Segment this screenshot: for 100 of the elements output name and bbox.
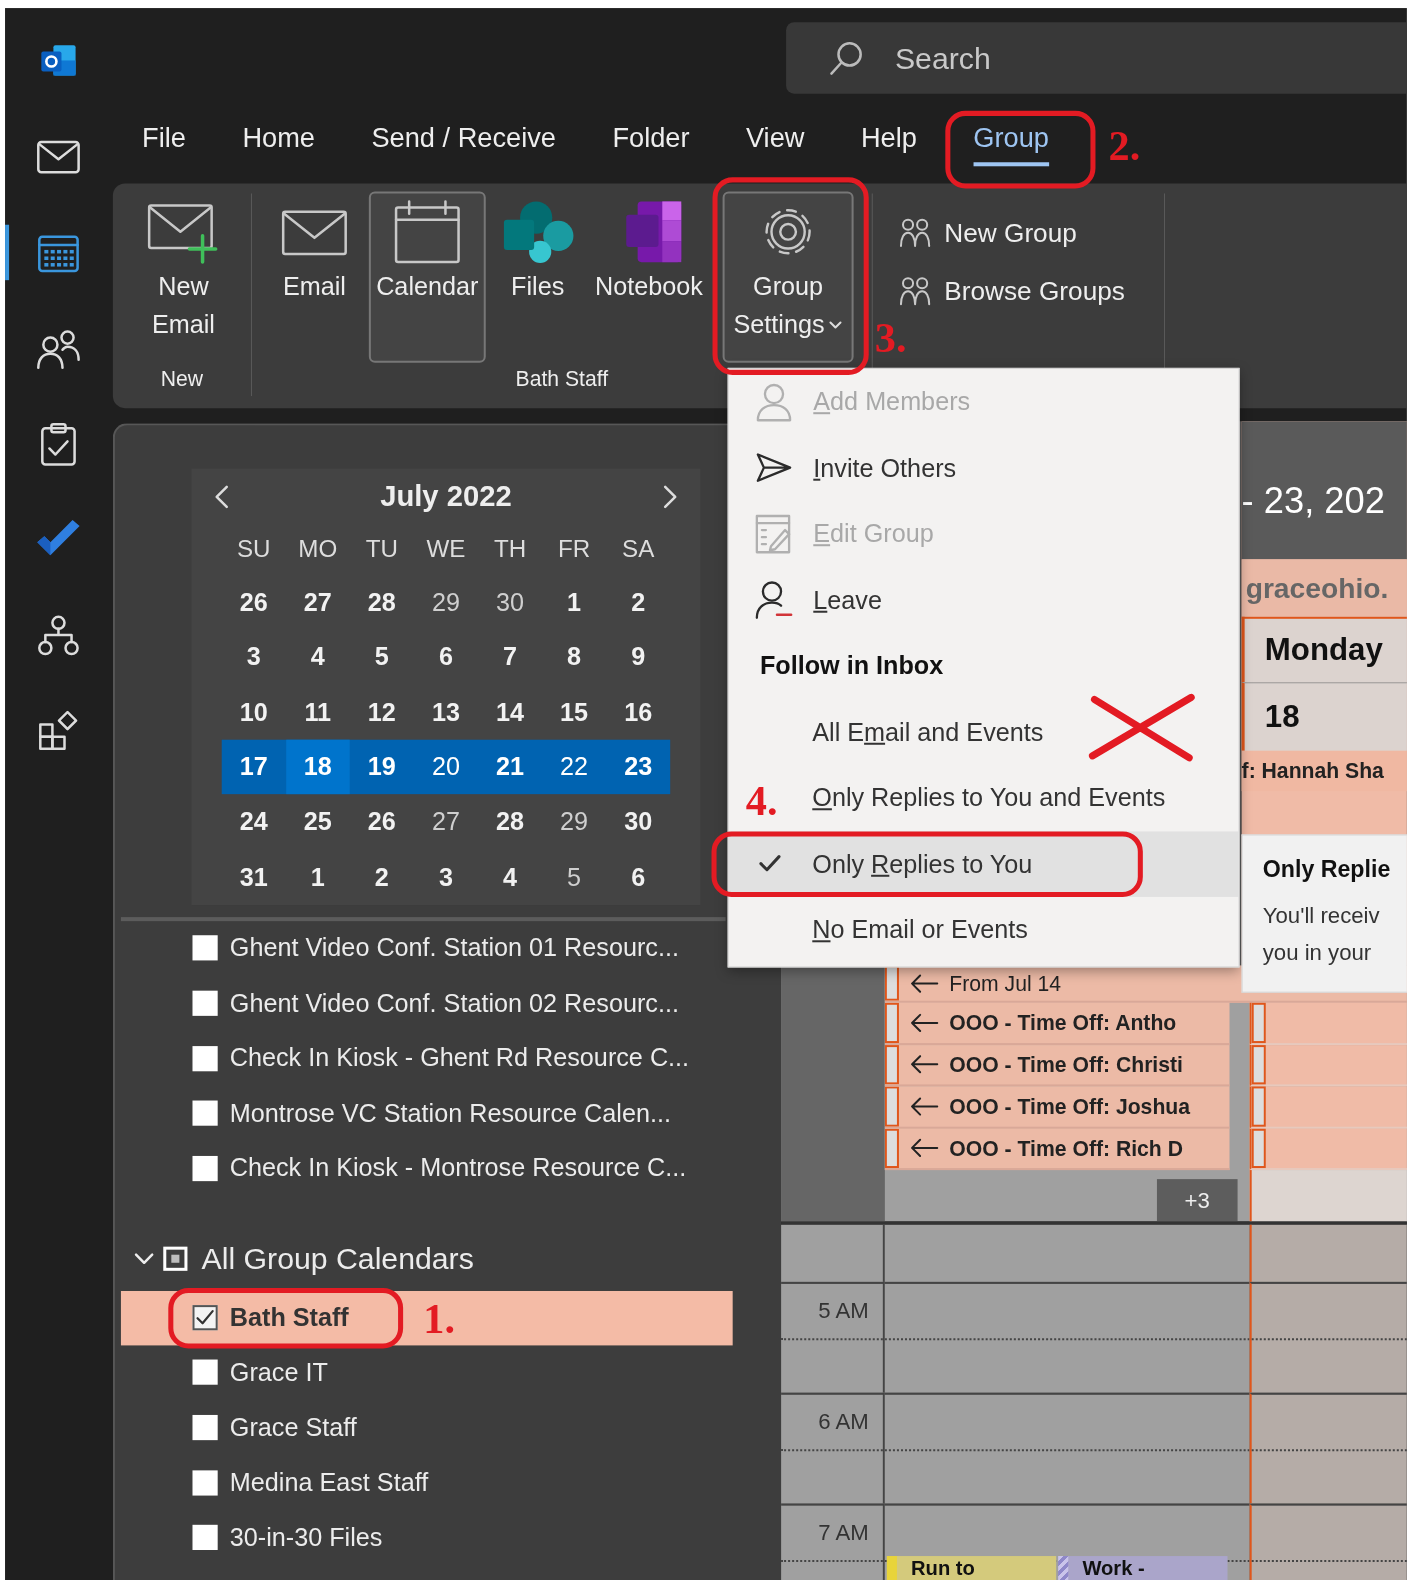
calendar-event[interactable]: Run to	[886, 1556, 1057, 1580]
menu-item[interactable]: Only Replies to You	[728, 830, 1239, 897]
menu-item[interactable]: Invite Others	[728, 434, 1239, 501]
calendar-day[interactable]: 12	[349, 684, 414, 740]
ribbon-button[interactable]: Calendar	[368, 191, 486, 363]
calendar-day[interactable]: 3	[221, 629, 286, 685]
calendar-day[interactable]: 20	[413, 739, 478, 795]
calendar-name[interactable]: 30-in-30 Files	[229, 1518, 383, 1557]
calendar-day[interactable]: 25	[285, 794, 350, 850]
week-row[interactable]: 24 25 26 27 28 29 30	[221, 794, 671, 850]
calendar-name[interactable]: Grace IT	[229, 1353, 328, 1392]
calendar-day[interactable]: 4	[285, 629, 350, 685]
time-slot[interactable]	[884, 1392, 1250, 1504]
calendar-day[interactable]: 14	[478, 684, 543, 740]
week-row[interactable]: 10 11 12 13 14 15 16	[221, 684, 671, 740]
calendar-day[interactable]: 23	[606, 739, 671, 795]
calendar-day[interactable]: 17	[221, 739, 286, 795]
week-row[interactable]: 31 1 2 3 4 5 6	[221, 849, 671, 905]
checkbox[interactable]	[192, 990, 218, 1016]
calendar-name[interactable]: Bath Staff	[229, 1298, 349, 1337]
menu-item[interactable]: Only Replies to You and Events	[789, 764, 1239, 831]
calendar-day[interactable]: 6	[413, 629, 478, 685]
calendar-event[interactable]: Work -	[1058, 1556, 1228, 1580]
people-icon[interactable]	[35, 327, 81, 370]
calendar-day[interactable]: 1	[285, 849, 350, 905]
menu-tab[interactable]: Group	[973, 113, 1049, 167]
ribbon-button[interactable]: Files	[499, 191, 576, 363]
menu-tab[interactable]: Help	[860, 113, 917, 167]
checkbox[interactable]	[192, 1524, 218, 1551]
checkbox[interactable]	[192, 1414, 218, 1441]
menu-item[interactable]: Leave	[728, 566, 1239, 633]
all-day-event[interactable]	[1249, 1044, 1407, 1087]
calendar-day[interactable]: 18	[285, 739, 350, 795]
mail-icon[interactable]	[35, 139, 81, 174]
clipboard-check-icon[interactable]	[38, 421, 78, 467]
checkbox[interactable]	[192, 1359, 218, 1386]
calendar-event[interactable]: f: Hannah Sha	[1241, 750, 1407, 792]
chevron-icon[interactable]	[133, 1251, 156, 1266]
calendar-day[interactable]: 2	[349, 849, 414, 905]
menu-tab[interactable]: File	[142, 113, 186, 167]
calendar-day[interactable]: 26	[349, 794, 414, 850]
calendar-day[interactable]: 10	[221, 684, 286, 740]
calendar-day[interactable]: 28	[478, 794, 543, 850]
menu-item[interactable]: No Email or Events	[789, 896, 1239, 963]
all-day-slot[interactable]	[1249, 1170, 1407, 1222]
calendar-day[interactable]: 15	[542, 684, 607, 740]
chevron-left-icon[interactable]	[213, 483, 230, 510]
checkbox[interactable]	[192, 1100, 218, 1126]
calendar-day[interactable]: 28	[349, 574, 414, 630]
calendar-day[interactable]: 6	[606, 849, 671, 905]
calendar-day[interactable]: 3	[413, 849, 478, 905]
more-button[interactable]: +3	[1156, 1179, 1238, 1222]
week-row[interactable]: 26 27 28 29 30 1 2	[221, 574, 671, 630]
calendar-day[interactable]: 7	[478, 629, 543, 685]
week-row[interactable]: 3 4 5 6 7 8 9	[221, 629, 671, 685]
all-day-event[interactable]	[1249, 1128, 1407, 1171]
calendar-name[interactable]: Medina East Staff	[229, 1463, 429, 1502]
calendar-day[interactable]: 19	[349, 739, 414, 795]
calendar-day[interactable]: 11	[285, 684, 350, 740]
calendar-day[interactable]: 16	[606, 684, 671, 740]
calendar-day[interactable]: 27	[285, 574, 350, 630]
calendar-day[interactable]: 4	[478, 849, 543, 905]
calendar-day[interactable]: 26	[221, 574, 286, 630]
calendar-day[interactable]: 5	[349, 629, 414, 685]
checkbox[interactable]	[192, 1155, 218, 1181]
checkbox[interactable]	[192, 1045, 218, 1071]
calendar-name[interactable]: Grace Staff	[229, 1408, 357, 1447]
week-row[interactable]: 17 18 19 20 21 22 23	[221, 739, 671, 795]
calendar-day[interactable]: 21	[478, 739, 543, 795]
ribbon-button[interactable]: Notebook	[589, 191, 709, 363]
calendar-name[interactable]: Ghent Video Conf. Station 02 Resourc...	[229, 984, 679, 1023]
menu-tab[interactable]: Folder	[612, 113, 690, 167]
calendar-name[interactable]: Check In Kiosk - Montrose Resource C...	[229, 1149, 687, 1188]
calendar-name[interactable]: Ghent Video Conf. Station 01 Resourc...	[229, 929, 679, 968]
calendar-day[interactable]: 31	[221, 849, 286, 905]
all-day-event[interactable]: OOO - Time Off: Antho	[884, 1002, 1230, 1045]
menu-tab[interactable]: View	[745, 113, 805, 167]
calendar-day[interactable]: 30	[606, 794, 671, 850]
time-slot[interactable]	[1249, 1281, 1407, 1393]
calendar-name[interactable]: Check In Kiosk - Ghent Rd Resource C...	[229, 1039, 690, 1078]
group-heading[interactable]: All Group Calendars	[201, 1235, 474, 1281]
calendar-day[interactable]: 30	[478, 574, 543, 630]
calendar-day[interactable]: 13	[413, 684, 478, 740]
chevron-right-icon[interactable]	[662, 483, 679, 510]
calendar-day[interactable]: 1	[542, 574, 607, 630]
calendar-day[interactable]: 9	[606, 629, 671, 685]
org-chart-icon[interactable]	[36, 614, 80, 657]
checkbox[interactable]	[192, 1305, 218, 1331]
calendar-day[interactable]: 29	[413, 574, 478, 630]
time-slot[interactable]	[1249, 1503, 1407, 1580]
calendar-day[interactable]: 22	[542, 739, 607, 795]
all-day-event[interactable]	[1249, 1002, 1407, 1045]
apps-icon[interactable]	[36, 710, 80, 753]
menu-tab[interactable]: Send / Receive	[371, 113, 556, 167]
ribbon-button[interactable]: Group Settings	[722, 191, 854, 363]
calendar-day[interactable]: 8	[542, 629, 607, 685]
ribbon-button[interactable]: Email	[274, 191, 355, 363]
all-day-event[interactable]	[1249, 1086, 1407, 1129]
time-slot[interactable]: Run to Work -	[884, 1503, 1250, 1580]
calendar-day[interactable]: 2	[606, 574, 671, 630]
